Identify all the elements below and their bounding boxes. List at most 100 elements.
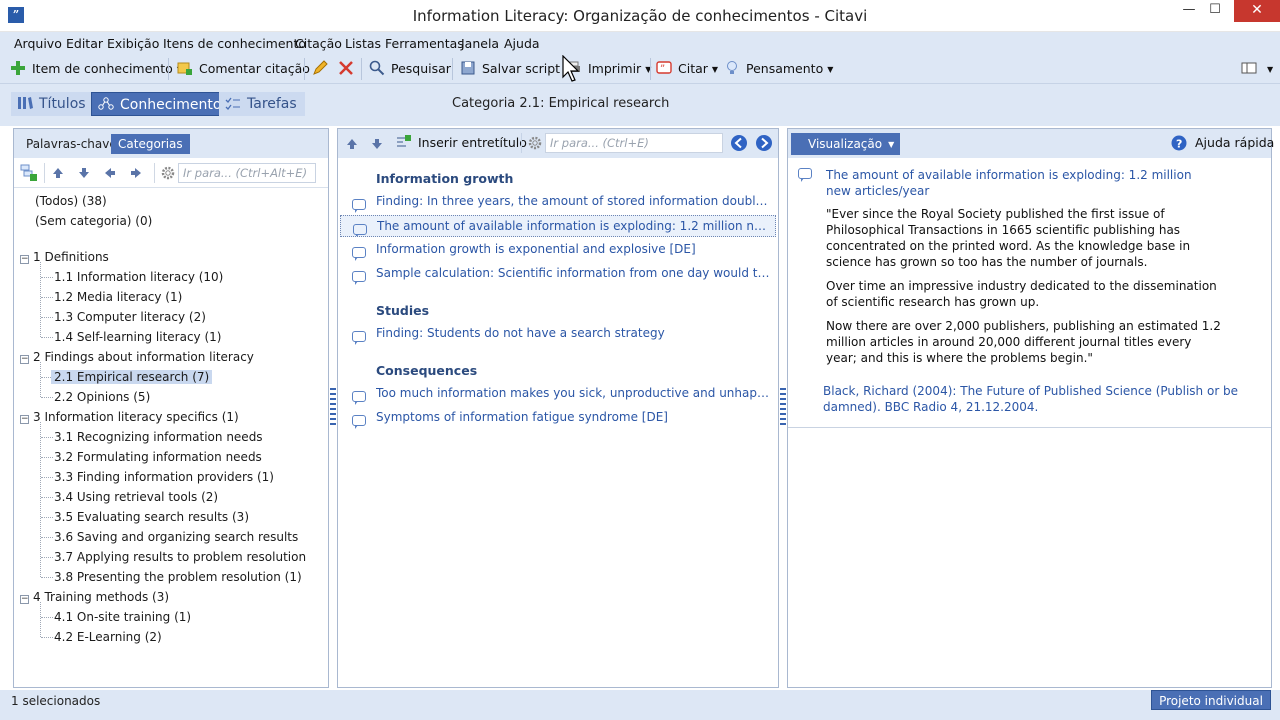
category-node[interactable]: 3.7 Applying results to problem resoluti… [54, 547, 306, 567]
cite-button[interactable]: ” Citar ▼ [656, 60, 718, 78]
category-node[interactable]: 4.2 E-Learning (2) [54, 627, 162, 647]
tree-connector-line [41, 277, 53, 278]
category-node[interactable]: 3.2 Formulating information needs [54, 447, 262, 467]
category-node[interactable]: 1.1 Information literacy (10) [54, 267, 223, 287]
category-node[interactable]: −3 Information literacy specifics (1) [20, 407, 239, 427]
category-node[interactable]: 4.1 On-site training (1) [54, 607, 191, 627]
section-heading[interactable]: Studies [376, 303, 429, 318]
knowledge-item[interactable]: The amount of available information is e… [340, 215, 776, 237]
save-script-button[interactable]: Salvar script▼ [460, 60, 570, 78]
tab-categorias[interactable]: Categorias [111, 134, 190, 154]
move-up-icon[interactable] [52, 167, 64, 179]
gear-icon[interactable] [527, 135, 543, 151]
toolbar-separator [650, 58, 651, 80]
tree-connector-line [40, 422, 41, 577]
thought-button[interactable]: Pensamento ▼ [724, 60, 833, 78]
category-node[interactable]: 2.2 Opinions (5) [54, 387, 150, 407]
knowledge-network-icon [98, 97, 114, 111]
category-node[interactable]: 1.3 Computer literacy (2) [54, 307, 206, 327]
edit-pencil-button[interactable] [312, 60, 334, 78]
category-node[interactable]: 3.4 Using retrieval tools (2) [54, 487, 218, 507]
collapse-toggle-icon[interactable]: − [20, 255, 29, 264]
preview-title[interactable]: The amount of available information is e… [826, 167, 1196, 199]
menu-citacao[interactable]: Citação [295, 36, 342, 51]
category-node[interactable]: 3.5 Evaluating search results (3) [54, 507, 249, 527]
plus-icon [10, 60, 26, 76]
category-node[interactable]: −4 Training methods (3) [20, 587, 169, 607]
main-toolbar: Item de conhecimento▼ Comentar citação P… [0, 54, 1280, 84]
preview-paragraph-2: Over time an impressive industry dedicat… [826, 279, 1217, 309]
collapse-toggle-icon[interactable]: − [20, 595, 29, 604]
move-right-icon[interactable] [130, 167, 142, 179]
category-node[interactable]: 3.3 Finding information providers (1) [54, 467, 274, 487]
menu-arquivo[interactable]: Arquivo [14, 36, 62, 51]
category-label: 4.1 On-site training (1) [54, 610, 192, 624]
comment-quote-button[interactable]: Comentar citação [177, 60, 310, 78]
close-button[interactable]: ✕ [1234, 0, 1280, 22]
project-mode-badge[interactable]: Projeto individual [1151, 690, 1271, 710]
move-left-icon[interactable] [104, 167, 116, 179]
tab-titulos[interactable]: Títulos [11, 92, 94, 116]
category-all[interactable]: (Todos) (38) [35, 191, 107, 211]
right-splitter-handle[interactable] [780, 388, 786, 428]
category-node[interactable]: −1 Definitions [20, 247, 109, 267]
tab-tarefas[interactable]: Tarefas [219, 92, 305, 116]
comment-quote-label: Comentar citação [199, 61, 310, 76]
category-search-input[interactable]: Ir para... (Ctrl+Alt+E) [178, 163, 316, 183]
move-down-icon[interactable] [78, 167, 90, 179]
menu-listas[interactable]: Listas [345, 36, 381, 51]
comment-add-icon [177, 60, 193, 76]
category-node[interactable]: 1.2 Media literacy (1) [54, 287, 182, 307]
tab-conhecimento[interactable]: Conhecimento [91, 92, 231, 116]
category-node[interactable]: −2 Findings about information literacy [20, 347, 254, 367]
knowledge-item[interactable]: Finding: Students do not have a search s… [340, 323, 776, 345]
insert-subheading-button[interactable]: Inserir entretítulo [396, 134, 527, 152]
save-script-label: Salvar script [482, 61, 561, 76]
menu-itens-conhecimento[interactable]: Itens de conhecimento [163, 36, 306, 51]
knowledge-search-input[interactable]: Ir para... (Ctrl+E) [545, 133, 723, 153]
category-node[interactable]: 1.4 Self-learning literacy (1) [54, 327, 221, 347]
gear-icon[interactable] [160, 165, 176, 181]
collapse-toggle-icon[interactable]: − [20, 415, 29, 424]
menu-exibicao[interactable]: Exibição [107, 36, 159, 51]
back-arrow-icon[interactable] [730, 134, 748, 152]
menu-editar[interactable]: Editar [66, 36, 103, 51]
tab-palavras-chave[interactable]: Palavras-chave [19, 134, 124, 154]
category-node[interactable]: 3.8 Presenting the problem resolution (1… [54, 567, 302, 587]
knowledge-item[interactable]: Symptoms of information fatigue syndrome… [340, 407, 776, 429]
menu-ferramentas[interactable]: Ferramentas [385, 36, 464, 51]
search-button[interactable]: Pesquisar [369, 60, 451, 78]
knowledge-item[interactable]: Information growth is exponential and ex… [340, 239, 776, 261]
knowledge-item-title: The amount of available information is e… [377, 219, 773, 233]
section-heading[interactable]: Consequences [376, 363, 477, 378]
help-icon[interactable]: ? [1171, 135, 1187, 151]
category-node[interactable]: 2.1 Empirical research (7) [51, 367, 213, 387]
move-down-icon[interactable] [371, 138, 383, 150]
menu-janela[interactable]: Janela [461, 36, 499, 51]
preview-dropdown[interactable]: Visualização ▼ [791, 133, 901, 155]
collapse-toggle-icon[interactable]: − [20, 355, 29, 364]
knowledge-item[interactable]: Finding: In three years, the amount of s… [340, 191, 776, 213]
delete-button[interactable] [338, 60, 360, 78]
layout-options-button[interactable]: ▼ [1241, 60, 1273, 78]
category-label: 3.1 Recognizing information needs [54, 430, 263, 444]
category-node[interactable]: 3.6 Saving and organizing search results [54, 527, 298, 547]
move-up-icon[interactable] [346, 138, 358, 150]
left-splitter-handle[interactable] [330, 388, 336, 428]
add-category-icon[interactable] [20, 164, 38, 182]
source-reference-link[interactable]: Black, Richard (2004): The Future of Pub… [823, 383, 1253, 415]
knowledge-item[interactable]: Too much information makes you sick, unp… [340, 383, 776, 405]
maximize-button[interactable]: ☐ [1198, 0, 1232, 22]
quick-help-link[interactable]: Ajuda rápida [1195, 134, 1274, 152]
menu-ajuda[interactable]: Ajuda [504, 36, 540, 51]
new-knowledge-item-button[interactable]: Item de conhecimento▼ [10, 60, 183, 78]
category-uncategorized[interactable]: (Sem categoria) (0) [35, 211, 152, 231]
knowledge-item-title: Finding: In three years, the amount of s… [376, 194, 772, 208]
cite-label: Citar [678, 61, 708, 76]
forward-arrow-icon[interactable] [755, 134, 773, 152]
new-knowledge-item-label: Item de conhecimento [32, 61, 173, 76]
category-node[interactable]: 3.1 Recognizing information needs [54, 427, 263, 447]
section-heading[interactable]: Information growth [376, 171, 513, 186]
category-label: 3.5 Evaluating search results (3) [54, 510, 249, 524]
knowledge-item[interactable]: Sample calculation: Scientific informati… [340, 263, 776, 285]
